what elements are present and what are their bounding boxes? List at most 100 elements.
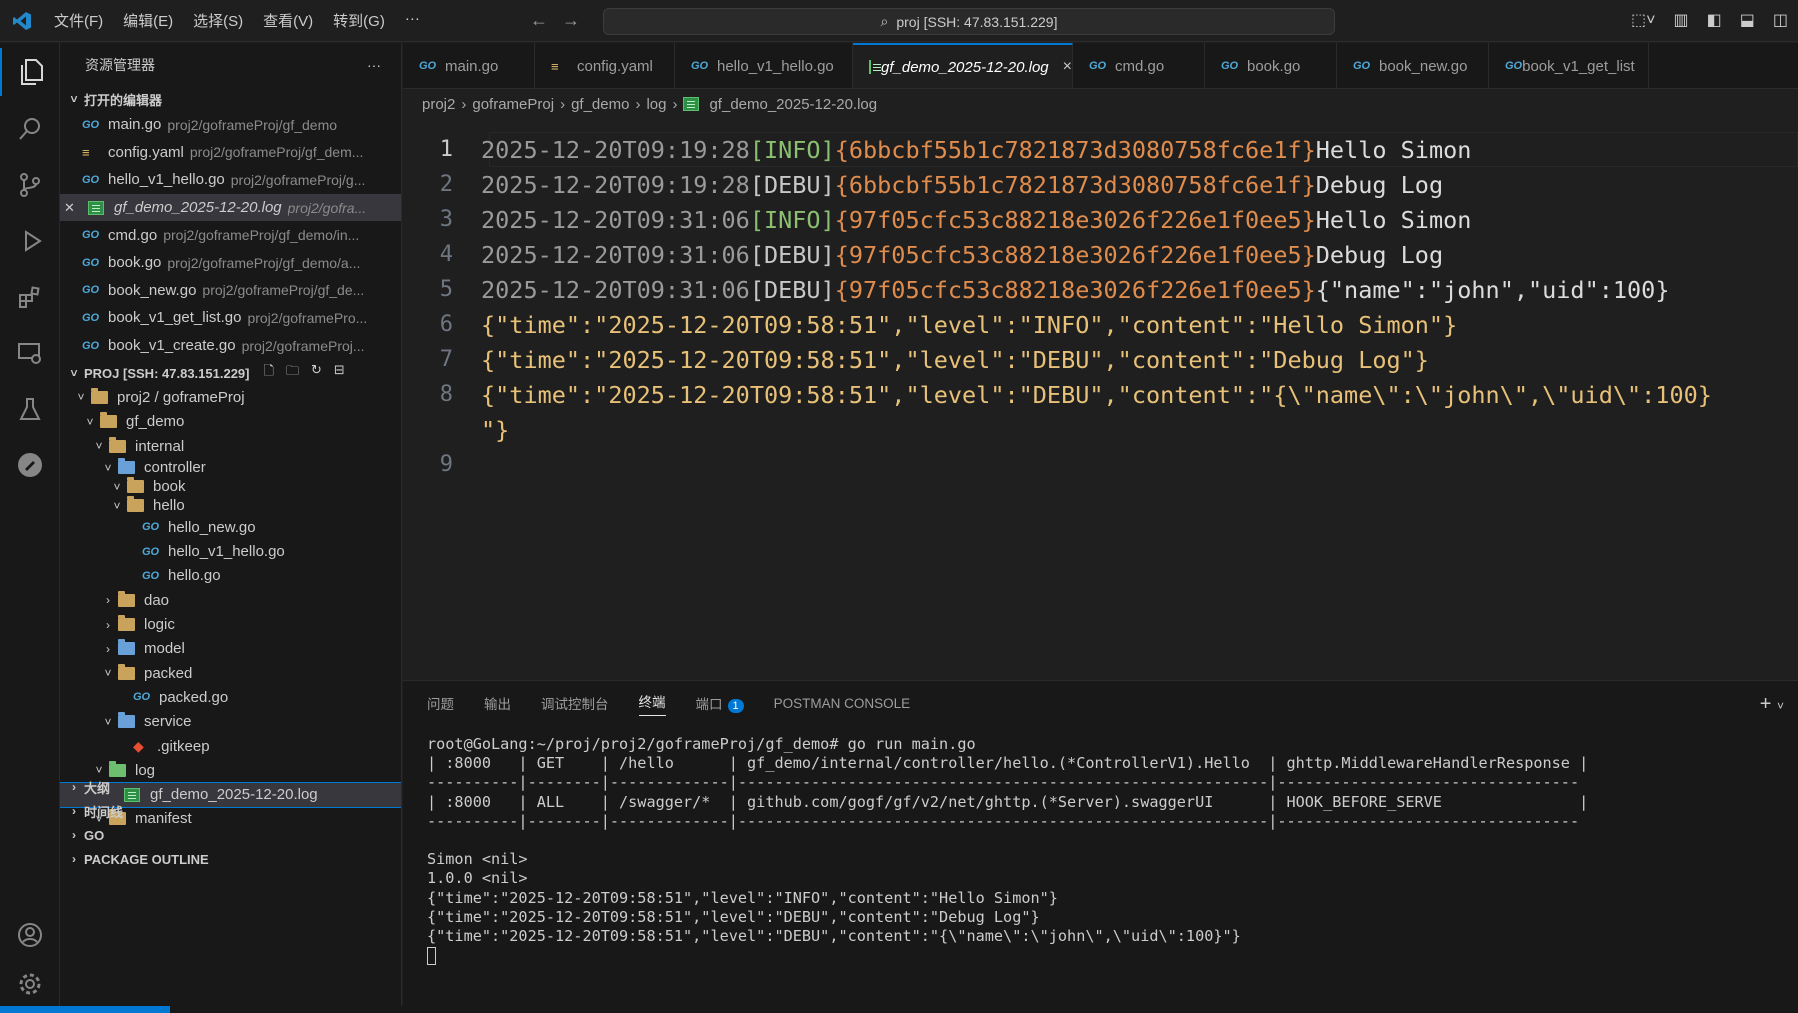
tree-item[interactable]: ˅ proj2 / goframeProj (60, 385, 401, 409)
tab-problems[interactable]: 问题 (427, 693, 454, 713)
sidebar-section-header[interactable]: › 时间线 (60, 799, 402, 823)
breadcrumb-item[interactable]: proj2 (422, 96, 455, 113)
file-path: proj2/goframeProj/gf_demo/a... (167, 254, 361, 271)
open-editor-item[interactable]: GO book.go proj2/goframeProj/gf_demo/a... (60, 249, 401, 277)
tree-item[interactable]: › model (60, 637, 401, 661)
menu-view[interactable]: 查看(V) (253, 10, 323, 31)
code-line: 5 2025-12-20T09:31:06 [DEBU] {97f05cfc53c… (403, 272, 1670, 307)
editor-tab[interactable]: GO book_new.go (1337, 43, 1489, 88)
toggle-sidebar-icon[interactable]: ◧ (1707, 10, 1722, 30)
tree-item[interactable]: › logic (60, 612, 401, 636)
remote-explorer-icon[interactable] (0, 329, 60, 377)
collapse-all-icon[interactable]: ⊟ (334, 362, 345, 384)
code-view[interactable]: 1 2025-12-20T09:19:28 [INFO] {6bbcbf55b1c… (403, 119, 1798, 719)
forward-arrow-icon[interactable]: → (562, 10, 580, 31)
back-arrow-icon[interactable]: ← (530, 10, 548, 31)
sidebar-section-header[interactable]: › PACKAGE OUTLINE (60, 847, 402, 871)
sidebar-section-header[interactable]: › GO (60, 823, 402, 847)
sidebar-section-header[interactable]: › 大纲 (60, 775, 402, 799)
log-date: 2025-12-20T09:19:28 (481, 170, 750, 199)
log-level: [DEBU] (749, 275, 835, 304)
editor-tab[interactable]: GO hello_v1_hello.go (675, 43, 853, 88)
tree-item-label: gf_demo (126, 413, 185, 431)
tree-item[interactable]: ◆ .gitkeep (60, 734, 401, 758)
line-number: 6 (439, 312, 453, 337)
customize-layout-icon[interactable]: ▥ (1674, 10, 1689, 30)
command-center-search[interactable]: ⌕ proj [SSH: 47.83.151.229] (603, 8, 1335, 35)
remote-indicator[interactable] (0, 1006, 170, 1013)
workspace-header[interactable]: ˅ PROJ [SSH: 47.83.151.229] 🗋 🗀 ↻ ⊟ (60, 361, 401, 385)
breadcrumb-item[interactable]: gf_demo_2025-12-20.log (709, 96, 877, 113)
tree-item[interactable]: ˅ book (60, 477, 401, 496)
folder-icon (118, 458, 135, 475)
tree-item[interactable]: GO hello_new.go (60, 515, 401, 539)
tree-item[interactable]: ˅ service (60, 710, 401, 734)
open-editor-item[interactable]: GO book_v1_get_list.go proj2/goframePro... (60, 304, 401, 332)
editor-tab[interactable]: gf_demo_2025-12-20.log × (853, 43, 1073, 88)
terminal-output[interactable]: root@GoLang:~/proj/proj2/goframeProj/gf_… (427, 735, 1588, 965)
tab-terminal[interactable]: 终端 (638, 691, 666, 716)
open-editor-item[interactable]: GO main.go proj2/goframeProj/gf_demo (60, 111, 401, 139)
menu-edit[interactable]: 编辑(E) (113, 10, 183, 31)
tab-ports[interactable]: 端口 1 (696, 693, 744, 713)
open-editor-item[interactable]: GO hello_v1_hello.go proj2/goframeProj/g..… (60, 166, 401, 194)
tree-item[interactable]: › dao (60, 588, 401, 612)
editor-tab[interactable]: GO cmd.go (1073, 43, 1205, 88)
line-number: 5 (439, 277, 453, 302)
open-editor-item[interactable]: GO book_v1_create.go proj2/goframeProj... (60, 332, 401, 360)
run-debug-icon[interactable] (0, 217, 60, 265)
tree-item[interactable]: ˅ gf_demo (60, 410, 401, 434)
breadcrumb-item[interactable]: goframeProj (472, 96, 554, 113)
tab-postman-console[interactable]: POSTMAN CONSOLE (774, 696, 911, 711)
tree-item[interactable]: GO hello.go (60, 564, 401, 588)
editor-tab[interactable]: ≡ config.yaml (535, 43, 675, 88)
tab-output[interactable]: 输出 (484, 693, 511, 713)
testing-icon[interactable] (0, 385, 60, 433)
tab-debug-console[interactable]: 调试控制台 (541, 693, 609, 713)
account-icon[interactable] (0, 911, 60, 959)
toggle-secondary-sidebar-icon[interactable]: ◫ (1773, 10, 1788, 30)
menu-more[interactable]: ··· (395, 10, 430, 31)
chevron-down-icon: ˅ (104, 666, 112, 681)
open-editor-item[interactable]: ≡ config.yaml proj2/goframeProj/gf_dem... (60, 139, 401, 167)
editor-tab[interactable]: GO main.go (403, 43, 535, 88)
close-icon[interactable]: × (1063, 58, 1072, 76)
explorer-icon[interactable] (0, 48, 60, 96)
open-editor-item[interactable]: ✕ gf_demo_2025-12-20.log proj2/gofra... (60, 193, 401, 222)
settings-gear-icon[interactable] (0, 960, 60, 1008)
tree-item[interactable]: ˅ hello (60, 496, 401, 515)
tree-item[interactable]: ˅ internal (60, 434, 401, 458)
tree-item-label: dao (144, 591, 170, 609)
new-folder-icon[interactable]: 🗀 (286, 362, 299, 384)
new-file-icon[interactable]: 🗋 (263, 362, 273, 384)
new-terminal-button[interactable]: + ˅ (1760, 693, 1784, 716)
tree-item[interactable]: ˅ packed (60, 661, 401, 685)
menu-go[interactable]: 转到(G) (323, 10, 395, 31)
breadcrumb-item[interactable]: gf_demo (571, 96, 629, 113)
open-editor-item[interactable]: GO cmd.go proj2/goframeProj/gf_demo/in... (60, 221, 401, 249)
tree-item[interactable]: GO hello_v1_hello.go (60, 540, 401, 564)
close-icon[interactable]: ✕ (64, 200, 88, 216)
open-editors-label: 打开的编辑器 (84, 92, 163, 108)
log-trace-id: {6bbcbf55b1c7821873d3080758fc6e1f} (834, 170, 1316, 199)
editor-tab[interactable]: GO book.go (1205, 43, 1337, 88)
source-control-icon[interactable] (0, 161, 60, 209)
open-editor-item[interactable]: GO book_new.go proj2/goframeProj/gf_de... (60, 277, 401, 305)
editor-tab[interactable]: GO book_v1_get_list (1489, 43, 1649, 88)
git-file-icon: ◆ (133, 737, 144, 754)
explorer-more-actions-icon[interactable]: ··· (367, 57, 381, 73)
postman-icon[interactable] (0, 441, 60, 489)
extensions-icon[interactable] (0, 273, 60, 321)
breadcrumb-item[interactable]: log (646, 96, 666, 113)
tree-item[interactable]: ˅ controller (60, 458, 401, 477)
terminal-line: ----------|--------|-------------|------… (427, 773, 1580, 792)
file-path: proj2/goframeProj/gf_dem... (189, 144, 364, 161)
menu-file[interactable]: 文件(F) (44, 10, 113, 31)
search-view-icon[interactable] (0, 105, 60, 153)
toggle-panel-icon[interactable]: ⬓ (1740, 10, 1755, 30)
tree-item[interactable]: GO packed.go (60, 685, 401, 709)
copilot-icon[interactable]: ⬚˅ (1631, 10, 1655, 30)
refresh-icon[interactable]: ↻ (311, 362, 322, 384)
menu-selection[interactable]: 选择(S) (183, 10, 253, 31)
open-editors-header[interactable]: ˅ 打开的编辑器 (60, 87, 401, 111)
